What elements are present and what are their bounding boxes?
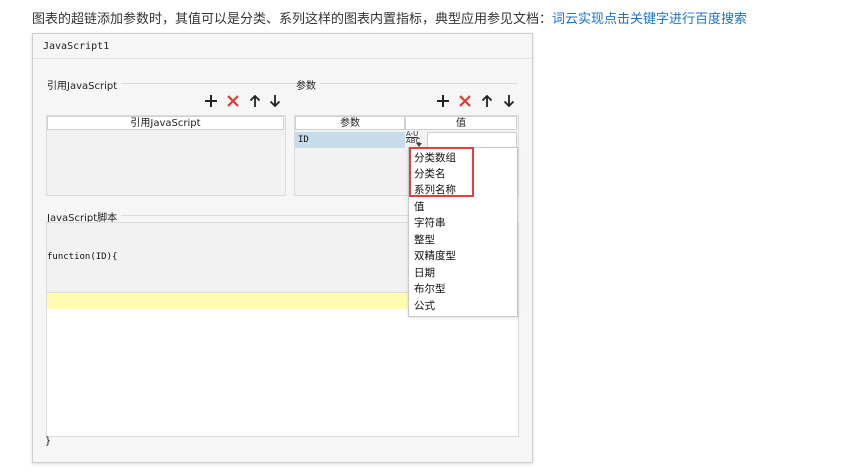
dropdown-item-string[interactable]: 字符串 [414, 215, 446, 230]
move-down-icon[interactable] [267, 93, 283, 109]
referenced-js-column-header: 引用JavaScript [47, 116, 284, 130]
right-group-label: 参数 [296, 77, 320, 92]
add-icon[interactable] [435, 93, 451, 109]
add-icon[interactable] [203, 93, 219, 109]
dropdown-item-category-array[interactable]: 分类数组 [414, 150, 456, 165]
param-value-input[interactable] [427, 132, 517, 148]
doc-link[interactable]: 词云实现点击关键字进行百度搜索 [552, 12, 747, 27]
dropdown-item-integer[interactable]: 整型 [414, 232, 435, 247]
title-divider [33, 58, 532, 59]
type-dropdown-menu: 分类数组 分类名 系列名称 值 字符串 整型 双精度型 日期 布尔型 公式 [408, 147, 518, 317]
move-up-icon[interactable] [479, 93, 495, 109]
move-up-icon[interactable] [247, 93, 263, 109]
right-group-line [295, 83, 517, 84]
dropdown-item-formula[interactable]: 公式 [414, 298, 435, 313]
delete-icon[interactable] [225, 93, 241, 109]
delete-icon[interactable] [457, 93, 473, 109]
param-name-cell[interactable]: ID [295, 132, 405, 148]
function-signature: function(ID){ [47, 252, 118, 262]
dropdown-item-double[interactable]: 双精度型 [414, 248, 456, 263]
dropdown-item-category-name[interactable]: 分类名 [414, 166, 446, 181]
intro-description: 图表的超链添加参数时，其值可以是分类、系列这样的图表内置指标，典型应用参见文档： [32, 12, 553, 27]
dialog-title: JavaScript1 [43, 41, 110, 52]
left-group-label: 引用JavaScript [47, 77, 122, 92]
dropdown-item-series-name[interactable]: 系列名称 [414, 182, 456, 197]
closing-brace: } [45, 436, 52, 447]
intro-text: 图表的超链添加参数时，其值可以是分类、系列这样的图表内置指标，典型应用参见文档：… [32, 8, 747, 27]
dropdown-item-date[interactable]: 日期 [414, 265, 435, 280]
value-column-header: 值 [405, 116, 517, 130]
dropdown-item-value[interactable]: 值 [414, 199, 425, 214]
dropdown-item-boolean[interactable]: 布尔型 [414, 281, 446, 296]
move-down-icon[interactable] [501, 93, 517, 109]
param-column-header: 参数 [295, 116, 405, 130]
